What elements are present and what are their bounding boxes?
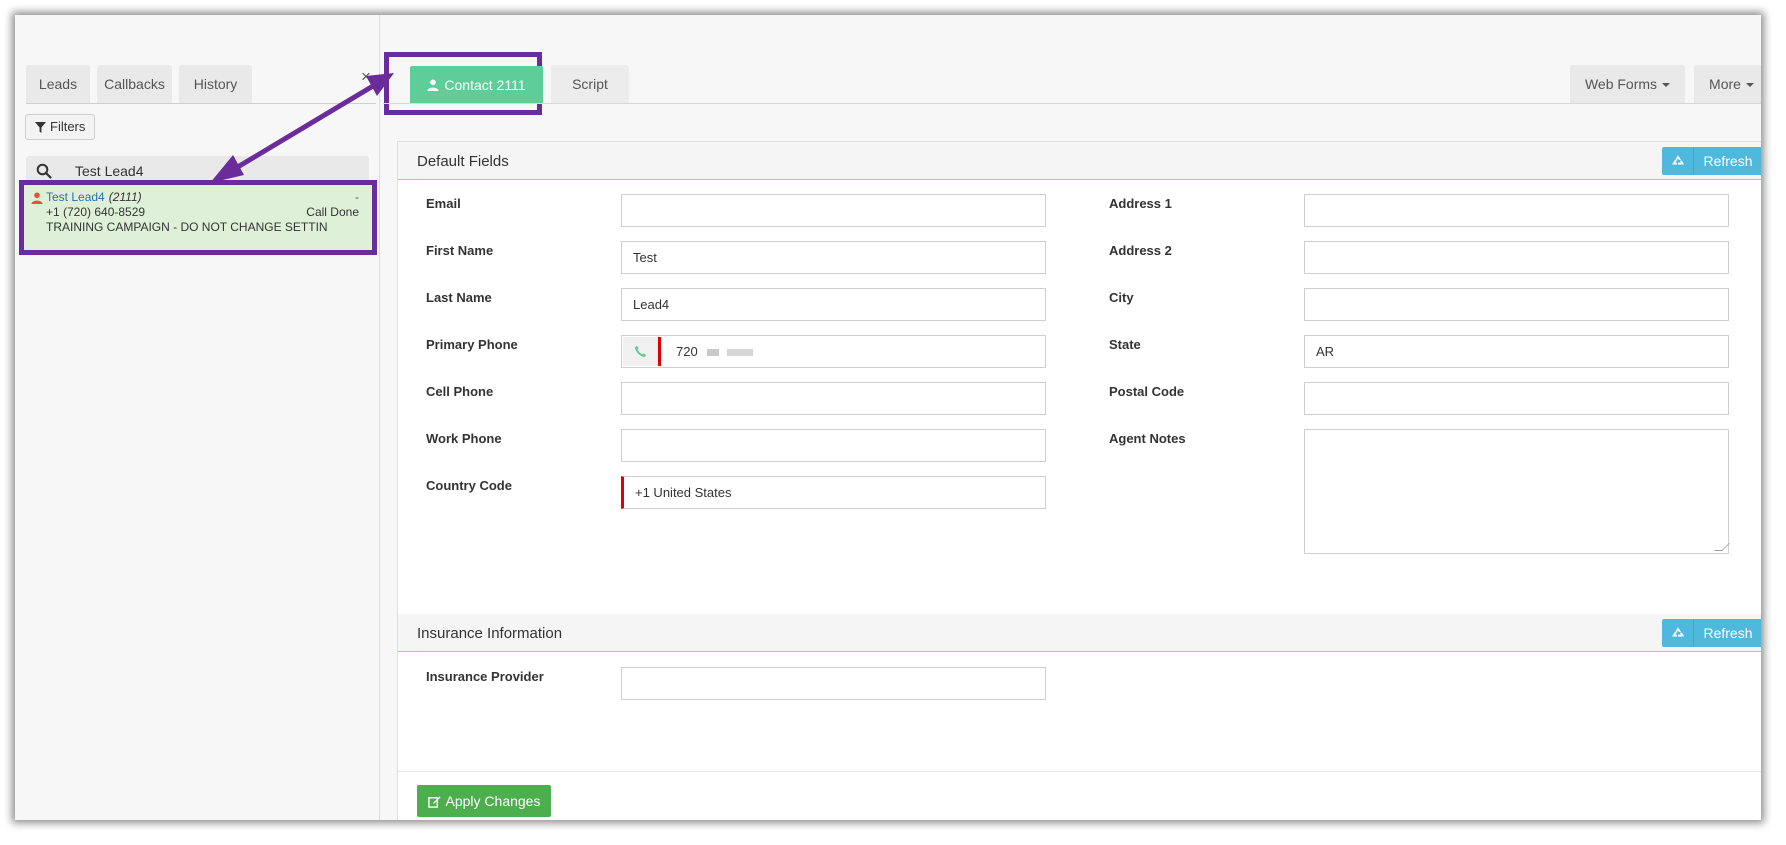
email-field[interactable] [621, 194, 1046, 227]
country-code-select[interactable]: +1 United States [621, 476, 1046, 509]
primary-phone-field[interactable]: 720 [621, 335, 1046, 368]
more-label: More [1709, 76, 1741, 92]
cell-phone-field[interactable] [621, 382, 1046, 415]
redacted-digits [707, 349, 720, 357]
postal-code-field[interactable] [1304, 382, 1729, 415]
caret-down-icon [1662, 83, 1671, 88]
apply-changes-label: Apply Changes [445, 793, 541, 809]
address2-field[interactable] [1304, 241, 1729, 274]
filters-label: Filters [50, 119, 86, 134]
left-tab-bar: Leads Callbacks History [26, 65, 376, 104]
recycle-icon [1662, 147, 1694, 175]
web-forms-label: Web Forms [1584, 76, 1658, 92]
country-code-label: Country Code [426, 478, 512, 493]
recycle-icon [1662, 619, 1694, 647]
filters-button[interactable]: Filters [25, 114, 96, 140]
refresh-button[interactable]: Refresh [1662, 147, 1761, 175]
last-name-field[interactable]: Lead4 [621, 288, 1046, 321]
first-name-field[interactable]: Test [621, 241, 1046, 274]
close-tab-icon[interactable]: × [361, 68, 371, 85]
lead-status: Call Done [306, 205, 359, 219]
insurance-header: Insurance Information Refresh [398, 614, 1761, 652]
person-icon [427, 79, 439, 91]
resize-handle[interactable] [1714, 543, 1730, 551]
sidebar-divider [379, 15, 380, 820]
tab-script[interactable]: Script [551, 65, 629, 103]
app-window: Leads Callbacks History Filters Test Lea… [15, 15, 1761, 820]
search-icon [36, 163, 52, 179]
city-label: City [1109, 290, 1134, 305]
primary-phone-label: Primary Phone [426, 337, 518, 352]
address2-label: Address 2 [1109, 243, 1172, 258]
tab-contact-label: Contact 2111 [444, 77, 526, 93]
postal-code-label: Postal Code [1109, 384, 1185, 399]
form-footer-divider [398, 771, 1761, 772]
insurance-refresh-label: Refresh [1703, 625, 1753, 641]
first-name-label: First Name [426, 243, 494, 258]
caret-down-icon [1745, 83, 1754, 88]
tab-callbacks[interactable]: Callbacks [97, 65, 172, 103]
more-dropdown[interactable]: More [1694, 65, 1761, 103]
lead-campaign: TRAINING CAMPAIGN - DO NOT CHANGE SETTIN [46, 220, 328, 234]
apply-changes-button[interactable]: Apply Changes [417, 785, 551, 817]
work-phone-field[interactable] [621, 429, 1046, 462]
state-field[interactable]: AR [1304, 335, 1729, 368]
default-fields-header: Default Fields Refresh [398, 142, 1761, 180]
address1-label: Address 1 [1109, 196, 1172, 211]
person-icon [31, 192, 43, 204]
lead-name-link[interactable]: Test Lead4 [46, 190, 105, 205]
web-forms-dropdown[interactable]: Web Forms [1570, 65, 1685, 103]
lead-list-item[interactable]: Test Lead4 (2111) - +1 (720) 640-8529 Ca… [19, 180, 377, 255]
filter-icon [35, 121, 46, 133]
default-fields-title: Default Fields [417, 153, 509, 170]
agent-notes-label: Agent Notes [1109, 431, 1186, 446]
lead-sidebar: Leads Callbacks History Filters Test Lea… [15, 15, 380, 820]
edit-icon [427, 795, 441, 808]
call-phone-button[interactable] [623, 337, 661, 366]
contact-panel: Default Fields Refresh Email First Name … [397, 141, 1761, 820]
agent-notes-textarea[interactable] [1304, 429, 1730, 554]
cell-phone-label: Cell Phone [426, 384, 494, 399]
insurance-title: Insurance Information [417, 625, 563, 642]
redacted-digits [726, 349, 753, 357]
insurance-provider-label: Insurance Provider [426, 669, 544, 684]
tab-bar-divider [383, 103, 1761, 104]
email-label: Email [426, 196, 461, 211]
state-label: State [1109, 337, 1141, 352]
phone-icon [634, 345, 647, 358]
address1-field[interactable] [1304, 194, 1729, 227]
tab-contact[interactable]: Contact 2111 [410, 66, 543, 104]
lead-id: (2111) [108, 190, 142, 204]
lead-dash: - [355, 190, 359, 204]
insurance-refresh-button[interactable]: Refresh [1662, 619, 1761, 647]
tab-leads[interactable]: Leads [26, 65, 90, 103]
tab-history[interactable]: History [179, 65, 252, 103]
work-phone-label: Work Phone [426, 431, 502, 446]
city-field[interactable] [1304, 288, 1729, 321]
primary-phone-value: 720 [676, 344, 698, 359]
refresh-label: Refresh [1703, 153, 1753, 169]
last-name-label: Last Name [426, 290, 492, 305]
search-input[interactable]: Test Lead4 [75, 163, 144, 179]
insurance-provider-field[interactable] [621, 667, 1046, 700]
